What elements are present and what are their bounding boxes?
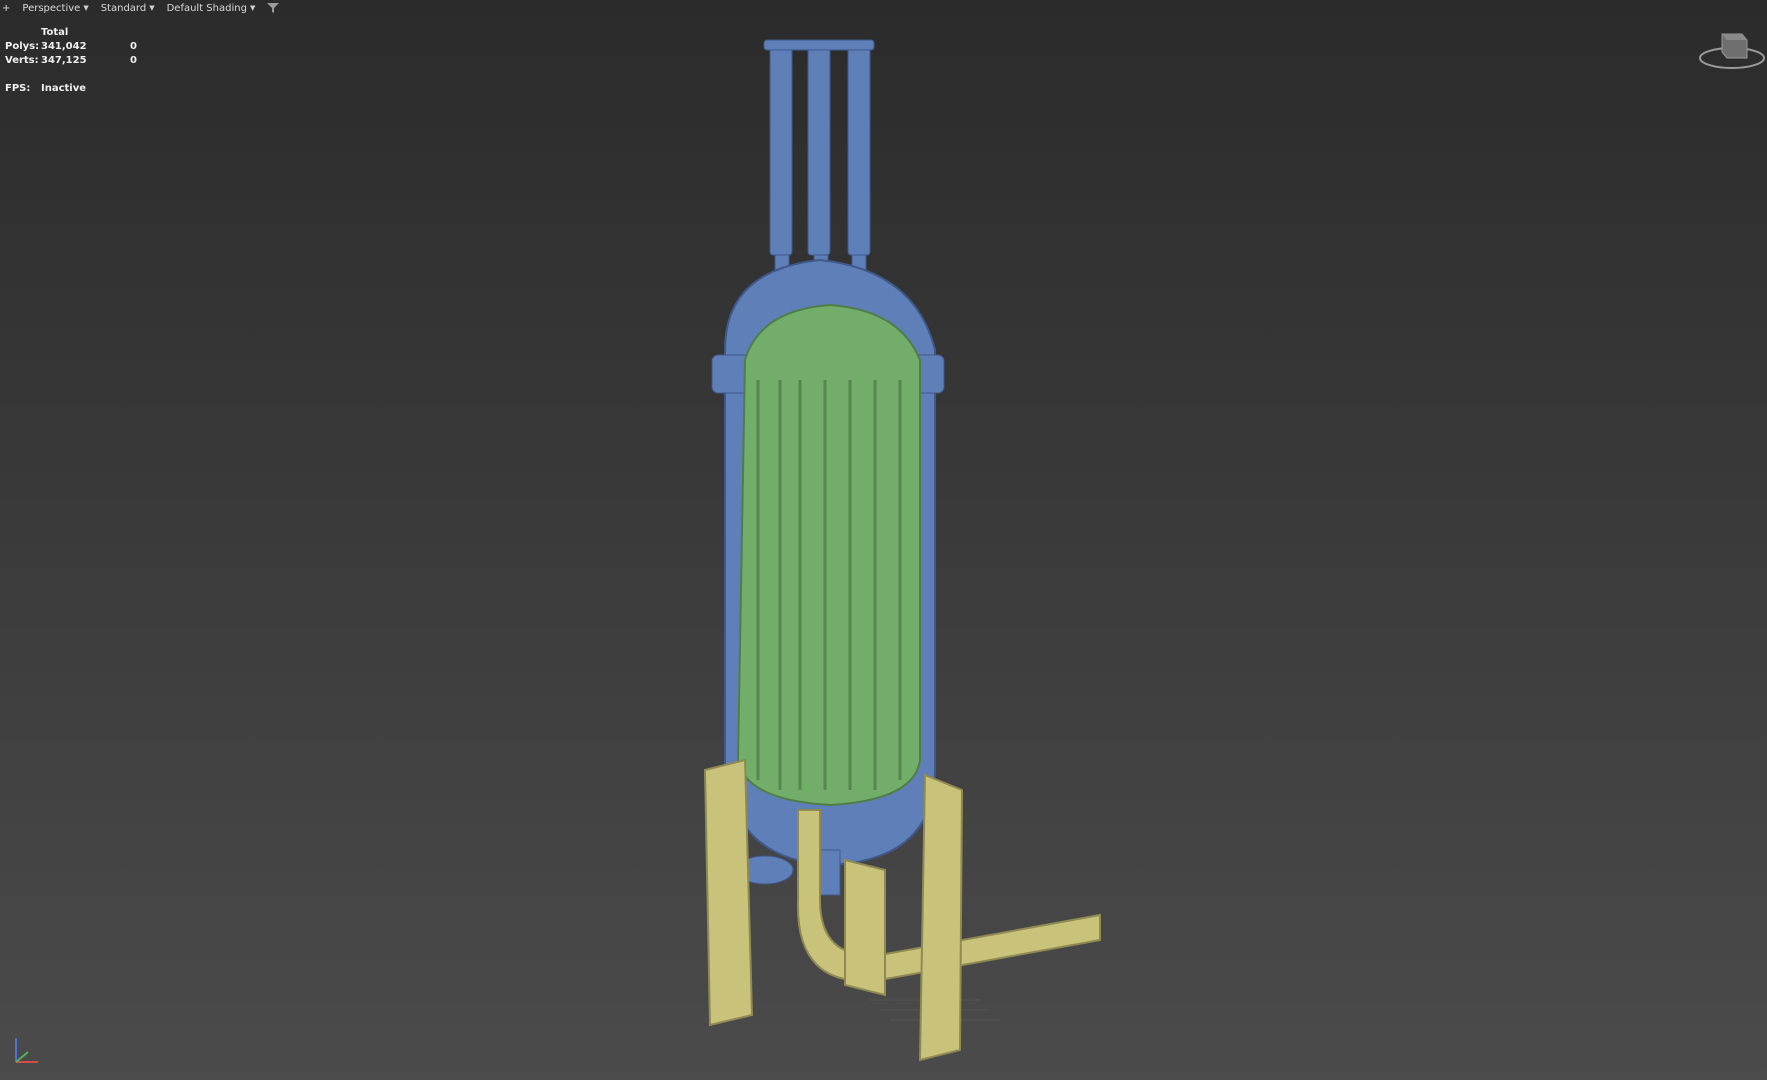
filter-icon[interactable] (267, 3, 280, 13)
viewcube-icon[interactable] (1697, 26, 1767, 76)
verts-selected: 0 (130, 55, 137, 66)
polys-label: Polys: (5, 41, 40, 52)
polys-selected: 0 (130, 41, 137, 52)
shading-label: Default Shading (166, 2, 247, 14)
mode-label: Standard (100, 2, 147, 14)
vessel-inner[interactable] (736, 303, 921, 807)
chevron-down-icon: ▼ (83, 4, 89, 12)
verts-label: Verts: (5, 55, 39, 66)
fps-label: FPS: (5, 83, 31, 94)
axis-tripod-icon (15, 1038, 38, 1063)
stats-header: Total (41, 27, 69, 38)
mode-dropdown[interactable]: Standard ▼ (101, 3, 155, 14)
shading-dropdown[interactable]: Default Shading ▼ (167, 3, 256, 14)
view-label: Perspective (22, 2, 81, 14)
chevron-down-icon: ▼ (149, 4, 155, 12)
chevron-down-icon: ▼ (249, 4, 256, 12)
polys-total: 341,042 (41, 41, 87, 52)
fps-value: Inactive (41, 83, 87, 94)
viewport-scene[interactable] (0, 0, 1767, 1080)
viewport-label-bar: + Perspective ▼ Standard ▼ Default Shadi… (0, 0, 280, 16)
viewport-menu-button[interactable]: + (2, 3, 10, 14)
view-dropdown[interactable]: Perspective ▼ (22, 3, 88, 14)
verts-total: 347,125 (41, 55, 87, 66)
